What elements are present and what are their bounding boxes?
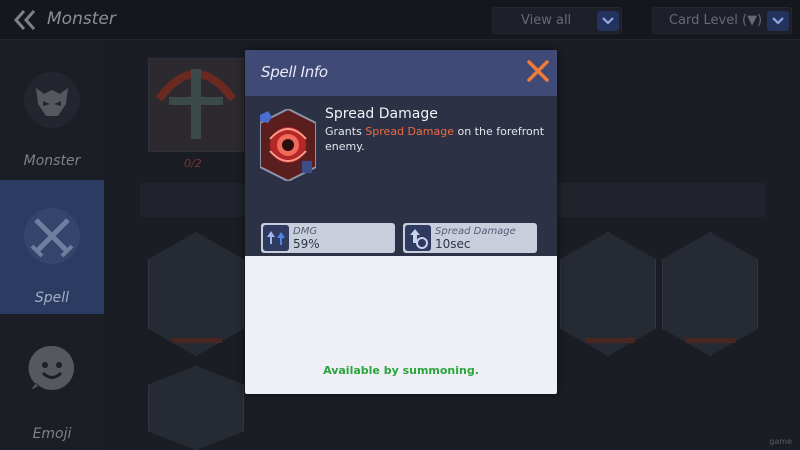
- spell-card-art: [149, 59, 243, 151]
- stat-label: Spread Damage: [435, 226, 516, 237]
- stat-label: DMG: [293, 226, 318, 237]
- stat-dmg: DMG 59%: [261, 223, 395, 253]
- spell-info-modal: Spell Info Spread Damage Grants Spread D…: [245, 50, 557, 394]
- close-x-icon[interactable]: [525, 58, 551, 84]
- smiley-bubble-icon: [28, 345, 75, 390]
- chevron-down-icon[interactable]: [767, 11, 789, 31]
- top-bar: Monster View all Card Level (▼): [0, 0, 800, 40]
- card-count: 0/2: [184, 157, 202, 170]
- view-filter-dropdown[interactable]: View all: [492, 7, 622, 34]
- stat-spread-damage: Spread Damage 10sec: [403, 223, 537, 253]
- card-locked-bar: [172, 338, 222, 343]
- sort-filter-label: Card Level (▼): [669, 13, 763, 28]
- spell-description-highlight: Spread Damage: [365, 125, 454, 138]
- sidebar-item-emoji[interactable]: Emoji: [0, 316, 104, 450]
- stat-value: 10sec: [435, 237, 471, 251]
- sidebar-item-label: Spell: [34, 290, 70, 306]
- spell-name: Spread Damage: [325, 106, 438, 122]
- modal-header: Spell Info: [245, 50, 557, 96]
- spread-damage-spell-icon: [260, 109, 316, 181]
- crossed-swords-icon: [24, 208, 80, 264]
- watermark: game: [769, 437, 792, 446]
- sidebar: Monster Spell Emoji: [0, 40, 104, 450]
- spell-description-text: Grants: [325, 125, 366, 138]
- modal-title: Spell Info: [261, 63, 328, 81]
- card-locked-bar: [686, 338, 736, 343]
- page-title: Monster: [47, 9, 116, 29]
- sort-filter-dropdown[interactable]: Card Level (▼): [652, 7, 792, 34]
- sidebar-item-label: Emoji: [32, 426, 72, 442]
- sidebar-item-monster[interactable]: Monster: [0, 40, 104, 178]
- duration-icon: [405, 225, 431, 251]
- stat-value: 59%: [293, 237, 320, 251]
- spell-description: Grants Spread Damage on the forefront en…: [325, 124, 551, 154]
- spell-card-thumbnail[interactable]: [148, 58, 244, 152]
- demon-mask-icon: [24, 72, 80, 128]
- double-chevron-left-icon[interactable]: [12, 8, 38, 32]
- view-filter-label: View all: [521, 13, 572, 28]
- chevron-down-icon[interactable]: [597, 11, 619, 31]
- sidebar-item-spell[interactable]: Spell: [0, 180, 104, 314]
- card-locked-bar: [585, 338, 635, 343]
- availability-text: Available by summoning.: [323, 364, 479, 377]
- game-screen: Monster View all Card Level (▼) Monster: [0, 0, 800, 450]
- sidebar-item-label: Monster: [23, 153, 81, 169]
- damage-up-icon: [263, 225, 289, 251]
